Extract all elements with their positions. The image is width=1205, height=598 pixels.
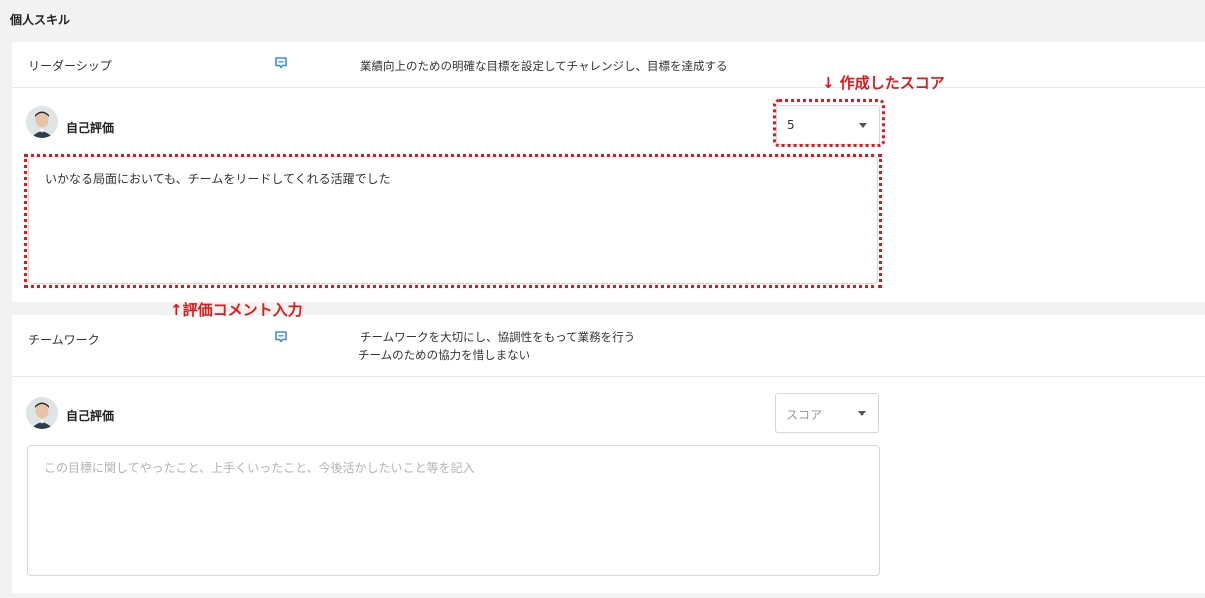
chevron-down-icon xyxy=(859,123,867,128)
skill-row: チームワーク チームワークを大切にし、協調性をもって業務を行う チームのための協… xyxy=(12,315,1205,377)
section-title: 個人スキル xyxy=(10,13,71,27)
self-evaluation-label: 自己評価 xyxy=(66,121,115,135)
comment-textarea[interactable]: この目標に関してやったこと、上手くいったこと、今後活かしたいこと等を記入 xyxy=(27,445,880,576)
score-select[interactable]: スコア xyxy=(775,393,879,433)
comment-icon[interactable] xyxy=(274,330,288,344)
description-line: チームのための協力を惜しまない xyxy=(358,348,531,362)
score-select[interactable]: 5 xyxy=(776,105,880,145)
avatar xyxy=(26,106,58,138)
score-value: 5 xyxy=(787,118,795,132)
avatar xyxy=(26,397,58,429)
skill-name: リーダーシップ xyxy=(28,59,112,73)
skill-name: チームワーク xyxy=(28,333,100,347)
comment-icon[interactable] xyxy=(274,56,288,70)
score-annotation: ↓ 作成したスコア xyxy=(822,74,945,92)
skill-card-leadership: リーダーシップ 業績向上のための明確な目標を設定してチャレンジし、目標を達成する… xyxy=(12,42,1205,302)
chevron-down-icon xyxy=(858,411,866,416)
description-line: チームワークを大切にし、協調性をもって業務を行う xyxy=(360,330,636,344)
skill-description: チームワークを大切にし、協調性をもって業務を行う チームのための協力を惜しまない xyxy=(358,328,635,364)
comment-textarea[interactable]: いかなる局面においても、チームをリードしてくれる活躍でした xyxy=(28,156,878,284)
comment-annotation: ↑評価コメント入力 xyxy=(170,301,303,319)
skill-description: 業績向上のための明確な目標を設定してチャレンジし、目標を達成する xyxy=(360,57,728,75)
skill-row: リーダーシップ 業績向上のための明確な目標を設定してチャレンジし、目標を達成する xyxy=(12,42,1205,88)
skill-card-teamwork: チームワーク チームワークを大切にし、協調性をもって業務を行う チームのための協… xyxy=(12,315,1205,593)
self-evaluation-label: 自己評価 xyxy=(66,409,115,423)
description-line: 業績向上のための明確な目標を設定してチャレンジし、目標を達成する xyxy=(360,59,728,73)
score-placeholder: スコア xyxy=(786,408,823,422)
